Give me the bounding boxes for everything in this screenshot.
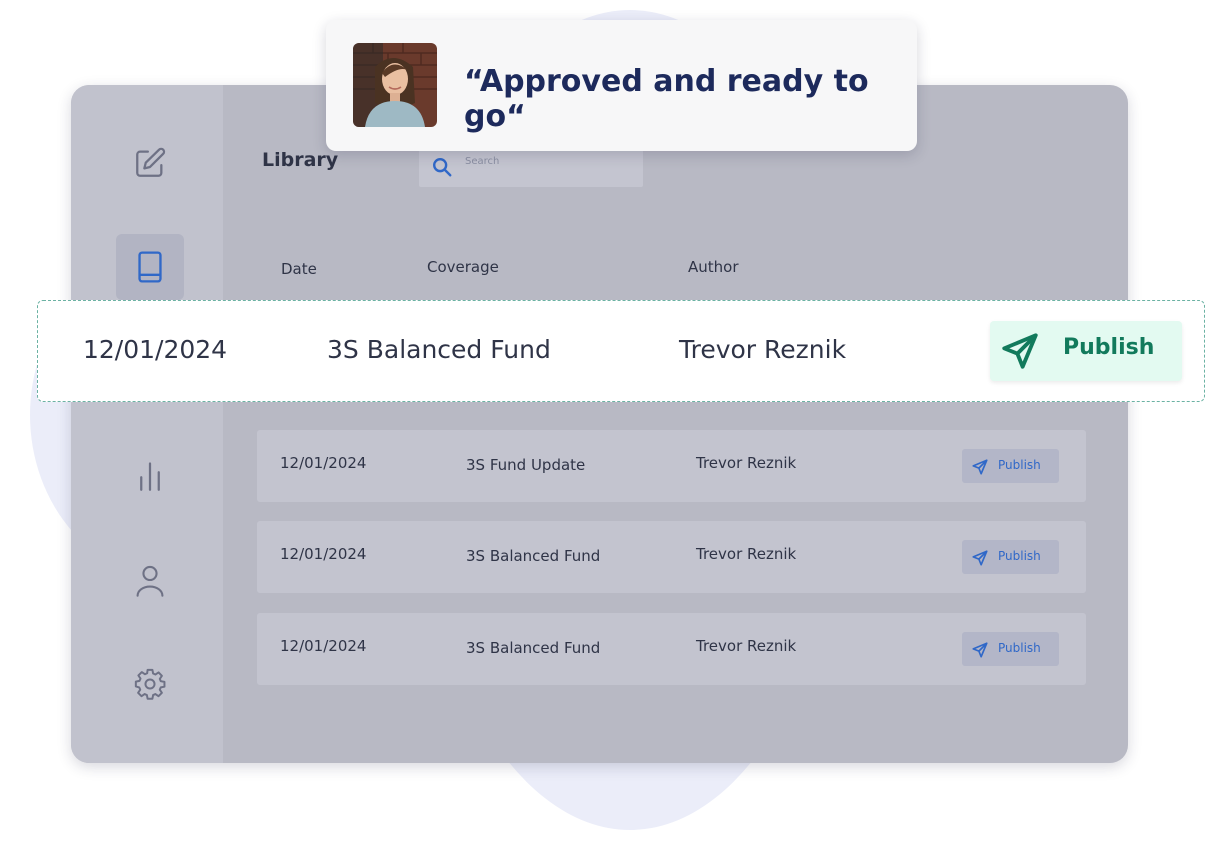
table-row: 12/01/2024 3S Balanced Fund Trevor Rezni… — [257, 613, 1086, 685]
table-row: 12/01/2024 3S Fund Update Trevor Reznik … — [257, 430, 1086, 502]
publish-label: Publish — [998, 641, 1041, 655]
sidebar-item-library[interactable] — [116, 234, 184, 300]
edit-icon — [136, 147, 166, 177]
row-coverage: 3S Balanced Fund — [466, 547, 601, 565]
gear-icon — [134, 668, 166, 700]
sidebar-item-settings[interactable] — [116, 651, 184, 717]
column-header-coverage: Coverage — [427, 258, 499, 276]
bar-chart-icon — [140, 462, 160, 491]
row-date: 12/01/2024 — [280, 454, 367, 472]
highlighted-row-author: Trevor Reznik — [679, 335, 847, 364]
publish-label: Publish — [1063, 335, 1155, 360]
search-box[interactable]: Search — [419, 146, 643, 187]
approval-quote: “Approved and ready to go“ — [464, 64, 869, 134]
row-author: Trevor Reznik — [696, 545, 797, 563]
send-icon — [972, 459, 988, 475]
row-author: Trevor Reznik — [696, 454, 797, 472]
publish-label: Publish — [998, 549, 1041, 563]
sidebar-item-edit[interactable] — [116, 130, 184, 196]
approval-quote-card: “Approved and ready to go“ — [326, 20, 917, 151]
publish-button[interactable]: Publish — [962, 632, 1059, 666]
search-icon — [433, 158, 452, 177]
publish-button[interactable]: Publish — [962, 449, 1059, 483]
avatar — [353, 43, 437, 127]
publish-button-highlighted[interactable]: Publish — [990, 321, 1182, 381]
row-date: 12/01/2024 — [280, 545, 367, 563]
page-title: Library — [262, 149, 339, 171]
send-icon — [1002, 333, 1038, 369]
publish-button[interactable]: Publish — [962, 540, 1059, 574]
row-coverage: 3S Fund Update — [466, 456, 586, 474]
table-row: 12/01/2024 3S Balanced Fund Trevor Rezni… — [257, 521, 1086, 593]
row-date: 12/01/2024 — [280, 637, 367, 655]
sidebar-item-analytics[interactable] — [116, 443, 184, 509]
app-window: Library Search Date Coverage Author 12/0… — [71, 85, 1128, 763]
sidebar-item-profile[interactable] — [116, 547, 184, 613]
search-input[interactable]: Search — [465, 156, 499, 167]
highlighted-row-coverage: 3S Balanced Fund — [327, 335, 551, 364]
row-coverage: 3S Balanced Fund — [466, 639, 601, 657]
publish-label: Publish — [998, 458, 1041, 472]
send-icon — [972, 642, 988, 658]
row-author: Trevor Reznik — [696, 637, 797, 655]
column-header-author: Author — [688, 258, 739, 276]
sidebar — [71, 85, 223, 763]
user-icon — [136, 565, 164, 597]
send-icon — [972, 550, 988, 566]
book-icon — [138, 251, 162, 283]
column-header-date: Date — [281, 260, 317, 278]
highlighted-row: 12/01/2024 3S Balanced Fund Trevor Rezni… — [37, 300, 1205, 402]
highlighted-row-date: 12/01/2024 — [83, 335, 228, 364]
